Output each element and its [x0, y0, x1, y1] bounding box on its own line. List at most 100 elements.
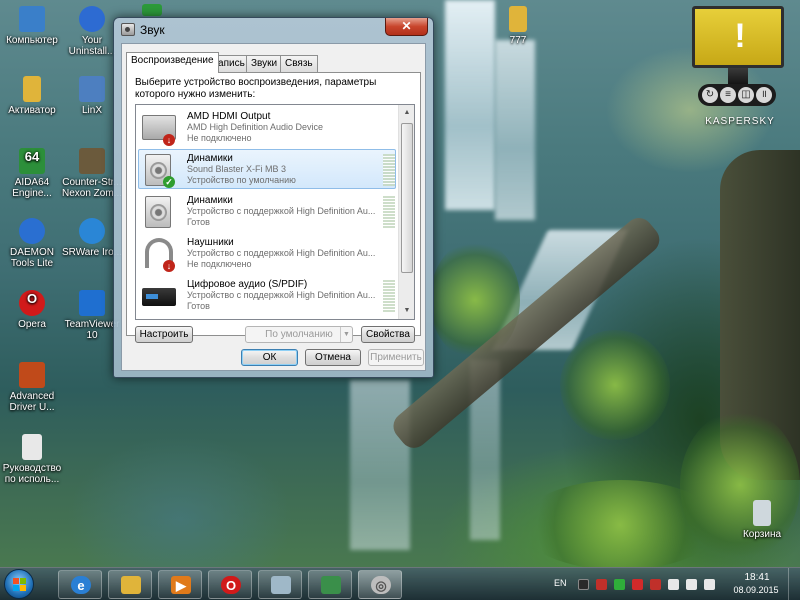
clock-date[interactable]: 08.09.2015 [730, 585, 782, 595]
desktop-icon-daemon-tools[interactable]: DAEMON Tools Lite [0, 218, 64, 269]
refresh-icon[interactable]: ↻ [702, 87, 718, 103]
chevron-down-icon[interactable]: ▼ [340, 327, 352, 342]
recycle-bin-icon [753, 500, 771, 526]
start-button[interactable] [4, 569, 34, 599]
desktop-icon-recycle-bin[interactable]: Корзина [730, 500, 794, 540]
device-driver: Устройство с поддержкой High Definition … [187, 290, 376, 300]
wallpaper-moss [560, 330, 670, 440]
properties-button[interactable]: Свойства [361, 326, 415, 343]
tray-flag-icon[interactable] [668, 579, 679, 590]
tray-app-icon[interactable] [578, 579, 589, 590]
device-name: Цифровое аудио (S/PDIF) [187, 279, 308, 290]
disconnected-badge-icon: ↓ [163, 134, 175, 146]
kaspersky-gadget[interactable]: ! ↻ ≡ ◫ ॥ KASPERSKY [692, 6, 784, 127]
disconnected-badge-icon: ↓ [163, 260, 175, 272]
window-icon [271, 576, 291, 594]
device-driver: Устройство с поддержкой High Definition … [187, 248, 376, 258]
spdif-icon [141, 278, 177, 314]
tray-speaker-icon[interactable] [704, 579, 715, 590]
folder-icon [509, 6, 527, 32]
device-name: AMD HDMI Output [187, 111, 271, 122]
device-list[interactable]: ↓ AMD HDMI Output AMD High Definition Au… [135, 104, 415, 320]
device-status: Устройство по умолчанию [187, 175, 296, 185]
device-item-speakers-hd-audio[interactable]: Динамики Устройство с поддержкой High De… [138, 191, 396, 231]
taskbar-media-player-button[interactable]: ▶ [158, 570, 202, 599]
system-tray: EN 18:41 08.09.2015 [548, 568, 800, 600]
tray-green-icon[interactable] [614, 579, 625, 590]
tab-strip: Воспроизведение Запись Звуки Связь [126, 52, 421, 73]
desktop-icon-folder-777[interactable]: 777 [486, 6, 550, 46]
tray-network-off-icon[interactable] [596, 579, 607, 590]
headphones-icon: ↓ [141, 236, 177, 272]
tab-playback[interactable]: Воспроизведение [126, 52, 219, 73]
gadget-stand [728, 68, 748, 84]
default-check-icon: ✓ [163, 176, 175, 188]
device-item-amd-hdmi[interactable]: ↓ AMD HDMI Output AMD High Definition Au… [138, 107, 396, 147]
cancel-button[interactable]: Отмена [305, 349, 361, 366]
warning-icon: ! [734, 17, 746, 55]
scroll-down-icon[interactable]: ▼ [399, 303, 414, 319]
desktop-icon-opera[interactable]: O Opera [0, 290, 64, 330]
tray-en-icon[interactable] [650, 579, 661, 590]
device-name: Динамики [187, 195, 233, 206]
desktop-icon-guide-document[interactable]: Руководство по исполь... [0, 434, 64, 485]
set-default-split-button[interactable]: По умолчанию ▼ [245, 326, 353, 343]
clock-time[interactable]: 18:41 [734, 572, 780, 583]
device-item-spdif[interactable]: Цифровое аудио (S/PDIF) Устройство с под… [138, 275, 396, 315]
wallpaper-waterfall [495, 40, 535, 220]
taskbar-explorer-button[interactable] [108, 570, 152, 599]
tab-sounds[interactable]: Звуки [246, 55, 283, 72]
tray-red-icon[interactable] [632, 579, 643, 590]
settings-icon[interactable]: ◫ [738, 87, 754, 103]
taskbar-ie-button[interactable]: e [58, 570, 102, 599]
show-desktop-button[interactable] [788, 568, 800, 600]
windows-logo-icon [13, 578, 27, 592]
tray-volume-icon[interactable] [686, 579, 697, 590]
desktop-icon-advanced-driver-updater[interactable]: Advanced Driver U... [0, 362, 64, 413]
kaspersky-logo: KASPERSKY [705, 116, 775, 127]
volume-meter [383, 154, 395, 186]
aida64-icon: 64 [19, 148, 45, 174]
scrollbar-thumb[interactable] [401, 123, 413, 273]
media-player-icon: ▶ [171, 576, 191, 594]
taskbar-sound-button[interactable]: ◎ [358, 570, 402, 599]
dialog-client-area: Воспроизведение Запись Звуки Связь Выбер… [121, 43, 426, 371]
vertical-scrollbar[interactable]: ▲ ▼ [398, 105, 414, 319]
driver-updater-icon [19, 362, 45, 388]
sound-icon: ◎ [371, 576, 391, 594]
device-item-headphones[interactable]: ↓ Наушники Устройство с поддержкой High … [138, 233, 396, 273]
desktop-icon-computer[interactable]: Компьютер [0, 6, 64, 46]
dialog-titlebar[interactable]: Звук ✕ [114, 18, 433, 42]
playback-panel: Выберите устройство воспроизведения, пар… [126, 72, 421, 343]
device-item-speakers-sound-blaster[interactable]: ✓ Динамики Sound Blaster X-Fi MB 3 Устро… [138, 149, 396, 189]
taskbar-window-button[interactable] [258, 570, 302, 599]
scroll-up-icon[interactable]: ▲ [399, 105, 414, 121]
teamviewer-icon [79, 290, 105, 316]
game-icon [79, 148, 105, 174]
taskbar-monitor-app-button[interactable] [308, 570, 352, 599]
device-driver: Устройство с поддержкой High Definition … [187, 206, 376, 216]
taskbar-opera-button[interactable]: O [208, 570, 252, 599]
instruction-text: Выберите устройство воспроизведения, пар… [135, 77, 377, 100]
device-name: Динамики [187, 153, 233, 164]
volume-meter [383, 196, 395, 228]
report-icon[interactable]: ≡ [720, 87, 736, 103]
linx-icon [79, 76, 105, 102]
explorer-icon [121, 576, 141, 594]
speaker-icon [141, 194, 177, 230]
kaspersky-status-screen[interactable]: ! [692, 6, 784, 68]
pause-icon[interactable]: ॥ [756, 87, 772, 103]
language-indicator[interactable]: EN [554, 578, 567, 588]
ok-button[interactable]: ОК [241, 349, 298, 366]
opera-icon: O [19, 290, 45, 316]
configure-button[interactable]: Настроить [135, 326, 193, 343]
device-status: Готов [187, 217, 210, 227]
apply-button[interactable]: Применить [368, 349, 424, 366]
tab-communications[interactable]: Связь [280, 55, 318, 72]
close-button[interactable]: ✕ [385, 18, 428, 36]
daemon-tools-icon [19, 218, 45, 244]
desktop-icon-activator[interactable]: Активатор [0, 76, 64, 116]
dialog-title: Звук [140, 23, 165, 37]
ie-icon: e [71, 576, 91, 594]
desktop-icon-aida64[interactable]: 64 AIDA64 Engine... [0, 148, 64, 199]
